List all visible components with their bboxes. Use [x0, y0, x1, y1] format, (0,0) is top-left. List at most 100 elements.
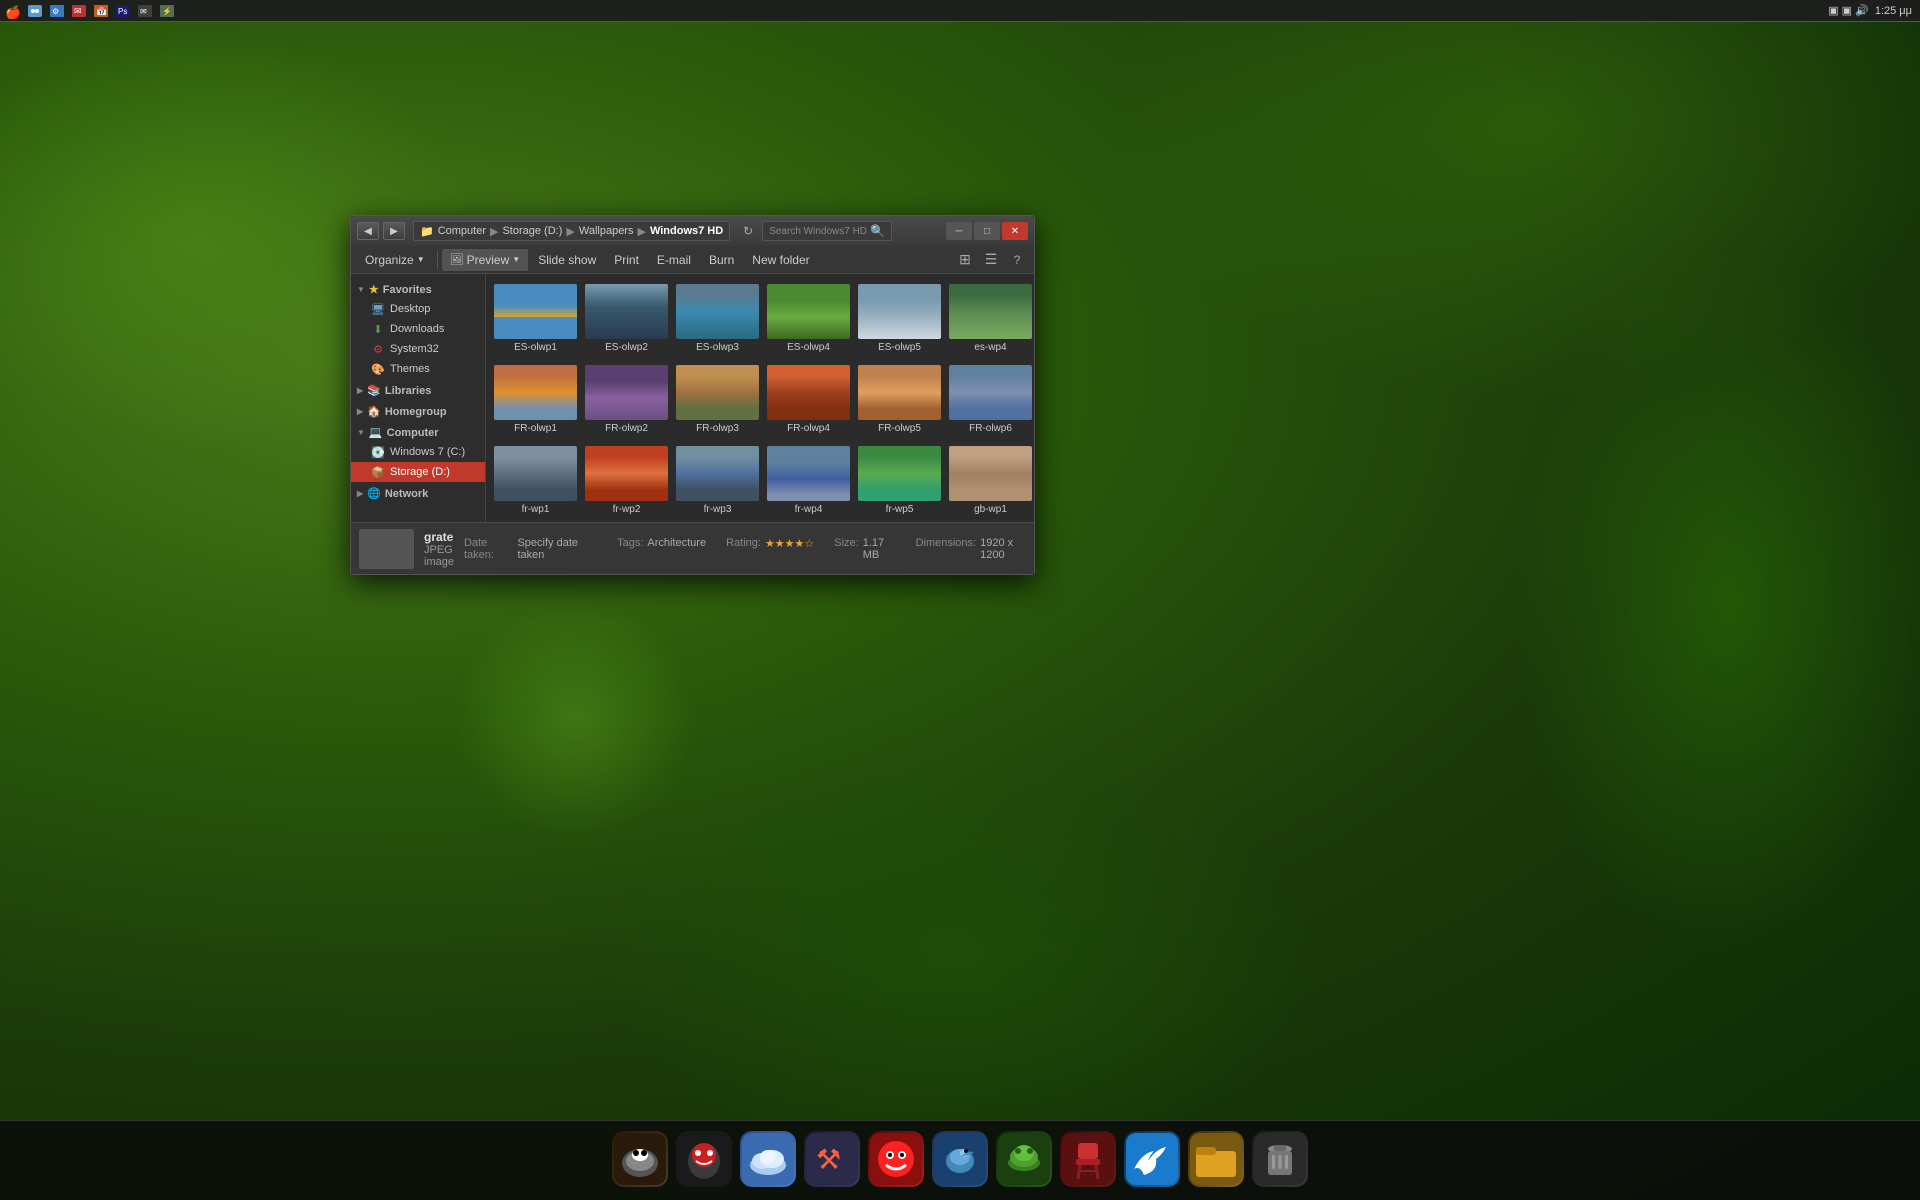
- dock-bird[interactable]: [932, 1131, 988, 1187]
- preview-arrow: ▼: [512, 255, 520, 264]
- forward-button[interactable]: ▶: [383, 222, 405, 240]
- preview-icon: 🖼: [450, 253, 464, 266]
- toolbar-separator-1: [437, 251, 438, 269]
- app-icon-5[interactable]: 📅: [92, 2, 110, 20]
- sidebar-item-downloads[interactable]: ⬇ Downloads: [351, 319, 485, 339]
- sidebar-item-storage-d[interactable]: 📦 Storage (D:): [351, 462, 485, 482]
- app-icon-6[interactable]: Ps: [114, 2, 132, 20]
- finder-icon[interactable]: [26, 2, 44, 20]
- maximize-button[interactable]: □: [974, 222, 1000, 240]
- sidebar-favorites-header[interactable]: ▼ ★ Favorites: [351, 280, 485, 299]
- sidebar-item-system32[interactable]: ⚙ System32: [351, 339, 485, 359]
- file-item-fr-olwp5[interactable]: FR-olwp5: [856, 361, 943, 438]
- svg-text:⚒: ⚒: [816, 1144, 841, 1175]
- dock-folder[interactable]: [1188, 1131, 1244, 1187]
- downloads-label: Downloads: [390, 323, 444, 335]
- taskbar-top-right: ▣ ▣ 🔊 1:25 μμ: [1828, 4, 1920, 17]
- app-icon-4[interactable]: ✉: [70, 2, 88, 20]
- breadcrumb-storage[interactable]: Storage (D:): [502, 225, 562, 237]
- slideshow-button[interactable]: Slide show: [530, 249, 604, 271]
- dock-trash[interactable]: [1252, 1131, 1308, 1187]
- dock-cloud[interactable]: [740, 1131, 796, 1187]
- file-thumb-fr-olwp1: [494, 365, 577, 420]
- search-bar[interactable]: Search Windows7 HD 🔍: [762, 221, 892, 241]
- dock-game[interactable]: [996, 1131, 1052, 1187]
- app-icon-7[interactable]: ✉: [136, 2, 154, 20]
- email-button[interactable]: E-mail: [649, 249, 699, 271]
- sidebar-libraries-header[interactable]: ▶ 📚 Libraries: [351, 381, 485, 400]
- sidebar-item-windows-c[interactable]: 💽 Windows 7 (C:): [351, 442, 485, 462]
- file-item-fr-wp3[interactable]: fr-wp3: [674, 442, 761, 519]
- svg-text:✉: ✉: [74, 6, 82, 16]
- file-thumb-es-olwp5: [858, 284, 941, 339]
- file-name-es-olwp3: ES-olwp3: [696, 342, 739, 353]
- svg-text:⚡: ⚡: [162, 6, 172, 16]
- back-button[interactable]: ◀: [357, 222, 379, 240]
- favorites-icon: ★: [369, 283, 379, 296]
- grid-view-button[interactable]: ⊞: [954, 249, 976, 271]
- sidebar-section-homegroup: ▶ 🏠 Homegroup: [351, 402, 485, 421]
- file-item-gb-wp1[interactable]: gb-wp1: [947, 442, 1034, 519]
- search-icon[interactable]: 🔍: [870, 224, 885, 238]
- date-label: Date taken:: [464, 537, 514, 561]
- file-thumb-fr-olwp2: [585, 365, 668, 420]
- help-button[interactable]: ?: [1006, 249, 1028, 271]
- file-item-fr-wp1[interactable]: fr-wp1: [492, 442, 579, 519]
- dock-momo[interactable]: [676, 1131, 732, 1187]
- file-item-fr-olwp4[interactable]: FR-olwp4: [765, 361, 852, 438]
- app-icon-8[interactable]: ⚡: [158, 2, 176, 20]
- file-item-es-olwp5[interactable]: ES-olwp5: [856, 280, 943, 357]
- file-thumb-es-olwp3: [676, 284, 759, 339]
- organize-label: Organize: [365, 253, 414, 267]
- file-item-es-olwp2[interactable]: ES-olwp2: [583, 280, 670, 357]
- organize-button[interactable]: Organize ▼: [357, 249, 433, 271]
- breadcrumb-computer[interactable]: Computer: [438, 225, 486, 237]
- sidebar-item-themes[interactable]: 🎨 Themes: [351, 359, 485, 379]
- minimize-button[interactable]: ─: [946, 222, 972, 240]
- file-name-fr-wp1: fr-wp1: [522, 504, 550, 515]
- address-bar[interactable]: 📁 Computer ▶ Storage (D:) ▶ Wallpapers ▶…: [413, 221, 730, 241]
- apple-menu-icon[interactable]: 🍎: [4, 2, 22, 20]
- clock: 1:25 μμ: [1875, 5, 1912, 17]
- refresh-button[interactable]: ↻: [738, 222, 758, 240]
- list-view-button[interactable]: ☰: [980, 249, 1002, 271]
- system-prefs-icon[interactable]: ⚙: [48, 2, 66, 20]
- dock-twitter[interactable]: [1124, 1131, 1180, 1187]
- file-item-fr-olwp3[interactable]: FR-olwp3: [674, 361, 761, 438]
- close-button[interactable]: ✕: [1002, 222, 1028, 240]
- system-icons: ▣ ▣ 🔊: [1828, 4, 1869, 17]
- file-item-fr-wp4[interactable]: fr-wp4: [765, 442, 852, 519]
- taskbar-top-icons: 🍎 ⚙ ✉ 📅 Ps ✉ ⚡: [0, 2, 176, 20]
- status-info: grate JPEG image: [424, 530, 454, 568]
- drive-c-icon: 💽: [371, 445, 385, 459]
- preview-button[interactable]: 🖼 Preview ▼: [442, 249, 529, 271]
- sidebar-homegroup-header[interactable]: ▶ 🏠 Homegroup: [351, 402, 485, 421]
- print-button[interactable]: Print: [606, 249, 647, 271]
- file-item-es-wp4[interactable]: es-wp4: [947, 280, 1034, 357]
- file-item-es-olwp1[interactable]: ES-olwp1: [492, 280, 579, 357]
- sidebar-item-desktop[interactable]: 🖥 Desktop: [351, 299, 485, 319]
- new-folder-button[interactable]: New folder: [744, 249, 817, 271]
- file-item-fr-olwp6[interactable]: FR-olwp6: [947, 361, 1034, 438]
- search-placeholder: Search Windows7 HD: [769, 226, 867, 237]
- file-item-es-olwp4[interactable]: ES-olwp4: [765, 280, 852, 357]
- status-bar: grate JPEG image Date taken: Specify dat…: [351, 522, 1034, 574]
- sidebar-network-header[interactable]: ▶ 🌐 Network: [351, 484, 485, 503]
- dock-rage[interactable]: [868, 1131, 924, 1187]
- dock-chair[interactable]: [1060, 1131, 1116, 1187]
- file-item-es-olwp3[interactable]: ES-olwp3: [674, 280, 761, 357]
- file-name-fr-olwp4: FR-olwp4: [787, 423, 830, 434]
- desktop-background: [0, 0, 1920, 1200]
- file-item-fr-olwp1[interactable]: FR-olwp1: [492, 361, 579, 438]
- file-item-fr-wp5[interactable]: fr-wp5: [856, 442, 943, 519]
- breadcrumb-wallpapers[interactable]: Wallpapers: [579, 225, 634, 237]
- title-bar: ◀ ▶ 📁 Computer ▶ Storage (D:) ▶ Wallpape…: [351, 216, 1034, 246]
- sidebar-computer-header[interactable]: ▼ 💻 Computer: [351, 423, 485, 442]
- dock-tools[interactable]: ⚒: [804, 1131, 860, 1187]
- file-grid-container[interactable]: ES-olwp1 ES-olwp2 ES-olwp3 ES-olwp4 ES-o…: [486, 274, 1034, 522]
- dock-badger[interactable]: [612, 1131, 668, 1187]
- file-item-fr-olwp2[interactable]: FR-olwp2: [583, 361, 670, 438]
- preview-label: Preview: [467, 253, 510, 267]
- file-item-fr-wp2[interactable]: fr-wp2: [583, 442, 670, 519]
- burn-button[interactable]: Burn: [701, 249, 742, 271]
